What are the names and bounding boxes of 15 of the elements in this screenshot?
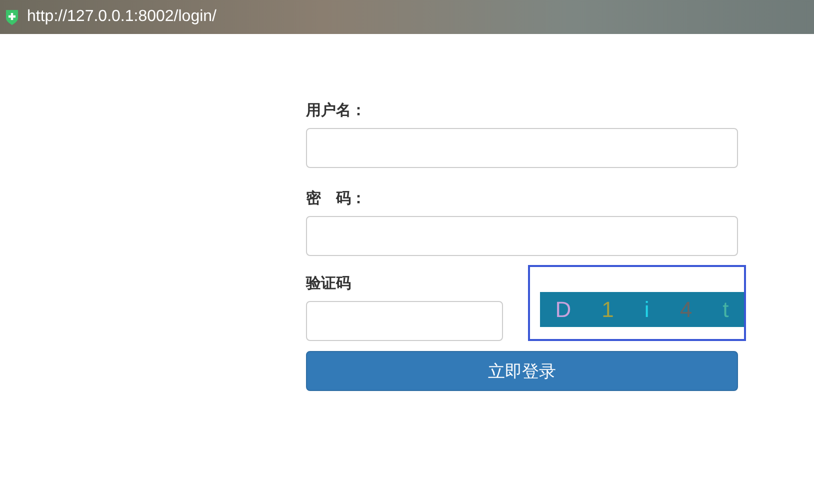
- field-label: 验证码: [306, 273, 351, 293]
- captcha-character: i: [644, 296, 650, 322]
- field-label: 密 码：: [306, 188, 366, 208]
- captcha-character: 4: [680, 296, 692, 322]
- input-field[interactable]: [306, 128, 738, 168]
- login-button[interactable]: 立即登录: [306, 351, 738, 391]
- url-text[interactable]: http://127.0.0.1:8002/login/: [27, 8, 216, 26]
- captcha-character: D: [555, 296, 572, 322]
- captcha-character: 1: [602, 296, 614, 322]
- captcha-image[interactable]: D 1 i 4 t: [540, 292, 744, 327]
- input-field[interactable]: [306, 216, 738, 256]
- captcha-character: t: [722, 296, 729, 322]
- field-label: 用户名：: [306, 100, 366, 120]
- captcha-field[interactable]: [306, 301, 503, 341]
- shield-plus-icon: [5, 9, 19, 25]
